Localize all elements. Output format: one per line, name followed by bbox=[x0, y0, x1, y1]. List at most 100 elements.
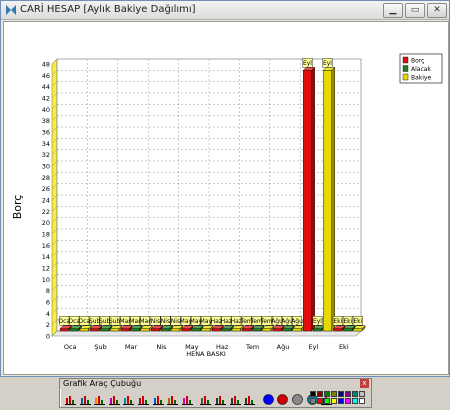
bar-chart-icon[interactable] bbox=[64, 391, 77, 405]
bar-chart: 0246810121416182022242628303234363840424… bbox=[11, 53, 443, 358]
radar-chart-icon[interactable] bbox=[166, 391, 179, 405]
svg-text:Eki: Eki bbox=[353, 318, 362, 325]
palette-color[interactable] bbox=[352, 391, 358, 397]
data-label: Eyl bbox=[322, 58, 333, 68]
palette-color[interactable] bbox=[345, 398, 351, 404]
y-tick-label: 34 bbox=[42, 140, 50, 148]
grid-lines-icon[interactable] bbox=[199, 391, 212, 405]
bar-Eyl-Bakiye[interactable] bbox=[322, 66, 336, 332]
legend-swatch bbox=[402, 65, 409, 72]
x-tick-label: Eyl bbox=[309, 343, 319, 351]
palette-color[interactable] bbox=[345, 391, 351, 397]
y-axis-label: Borç bbox=[11, 195, 24, 220]
app-icon bbox=[6, 5, 16, 15]
y-tick-label: 10 bbox=[42, 276, 50, 284]
y-tick-label: 2 bbox=[46, 321, 50, 329]
x-tick-label: Nis bbox=[156, 343, 167, 351]
color-gray-icon[interactable] bbox=[291, 391, 304, 405]
data-label: Eki bbox=[352, 316, 363, 326]
legend-swatch bbox=[402, 56, 409, 64]
palette-color[interactable] bbox=[324, 391, 330, 397]
chart-window: CARİ HESAP [Aylık Bakiye Dağılımı] ▁ ▭ ✕… bbox=[0, 0, 450, 377]
svg-text:Eyl: Eyl bbox=[313, 318, 322, 325]
x-tick-label: Şub bbox=[94, 343, 106, 351]
y-tick-label: 24 bbox=[42, 197, 50, 205]
y-tick-label: 44 bbox=[42, 83, 50, 91]
doughnut-chart-icon[interactable] bbox=[108, 391, 121, 405]
data-label: Mar bbox=[139, 316, 151, 326]
palette-color[interactable] bbox=[317, 391, 323, 397]
data-label: Eyl bbox=[302, 58, 313, 68]
data-label: Eki bbox=[342, 316, 353, 326]
palette-color[interactable] bbox=[359, 391, 365, 397]
chart-toolbar: Grafik Araç Çubuğu x bbox=[59, 378, 372, 408]
svg-text:Nis: Nis bbox=[151, 318, 160, 325]
toolbar-close-button[interactable]: x bbox=[360, 379, 369, 388]
maximize-button[interactable]: ▭ bbox=[405, 3, 425, 18]
y-tick-label: 48 bbox=[42, 61, 50, 69]
y-tick-label: 28 bbox=[42, 174, 50, 182]
legend-label: Bakiye bbox=[411, 75, 431, 82]
x-tick-label: Oca bbox=[64, 343, 77, 351]
line-chart-icon[interactable] bbox=[152, 391, 165, 405]
toolbar-title-bar[interactable]: Grafik Araç Çubuğu x bbox=[60, 379, 371, 389]
color-red-icon[interactable] bbox=[276, 391, 289, 405]
window-title: CARİ HESAP [Aylık Bakiye Dağılımı] bbox=[20, 4, 196, 15]
palette-color[interactable] bbox=[331, 391, 337, 397]
svg-text:Eyl: Eyl bbox=[323, 60, 332, 67]
x-tick-label: Ağu bbox=[277, 343, 290, 351]
title-bar[interactable]: CARİ HESAP [Aylık Bakiye Dağılımı] ▁ ▭ ✕ bbox=[1, 1, 449, 20]
palette-color[interactable] bbox=[310, 391, 316, 397]
x-axis-label: HENA BASKI bbox=[186, 350, 226, 358]
y-tick-label: 30 bbox=[42, 163, 50, 171]
area-chart-icon[interactable] bbox=[79, 391, 92, 405]
y-tick-label: 46 bbox=[42, 72, 50, 80]
svg-text:Ağu: Ağu bbox=[291, 318, 303, 325]
data-label: Ağu bbox=[291, 316, 303, 326]
pie-chart-icon[interactable] bbox=[93, 391, 106, 405]
data-label: Eki bbox=[332, 316, 343, 326]
svg-text:Eki: Eki bbox=[333, 318, 342, 325]
color-blue-icon[interactable] bbox=[262, 391, 275, 405]
palette-color[interactable] bbox=[338, 391, 344, 397]
svg-text:Eyl: Eyl bbox=[303, 60, 312, 67]
x-tick-label: Tem bbox=[245, 343, 259, 351]
no-grid-icon[interactable] bbox=[243, 391, 256, 405]
scatter-chart-icon[interactable] bbox=[122, 391, 135, 405]
chart-area: 0 2 4 6 8 10 12 14 16 18 20 22 24 26 28 30 32 34 36 38 40 42 4… bbox=[3, 21, 449, 375]
horizontal-grid-icon[interactable] bbox=[214, 391, 227, 405]
data-label: Nis bbox=[160, 316, 171, 326]
palette-color[interactable] bbox=[338, 398, 344, 404]
y-tick-label: 16 bbox=[42, 242, 50, 250]
toolbar-title: Grafik Araç Çubuğu bbox=[63, 379, 142, 388]
palette-color[interactable] bbox=[324, 398, 330, 404]
bar-Eyl-Borç[interactable] bbox=[302, 66, 316, 332]
combo-chart-icon[interactable] bbox=[181, 391, 194, 405]
svg-text:Eki: Eki bbox=[343, 318, 352, 325]
legend-label: Borç bbox=[411, 58, 424, 65]
y-tick-label: 0 bbox=[46, 333, 50, 341]
palette-color[interactable] bbox=[352, 398, 358, 404]
y-tick-label: 42 bbox=[42, 95, 50, 103]
legend-label: Alacak bbox=[411, 66, 431, 73]
x-tick-label: Mar bbox=[125, 343, 138, 351]
y-tick-label: 38 bbox=[42, 117, 50, 125]
y-tick-label: 8 bbox=[46, 287, 50, 295]
palette-color[interactable] bbox=[317, 398, 323, 404]
minimize-button[interactable]: ▁ bbox=[383, 3, 403, 18]
vertical-grid-icon[interactable] bbox=[229, 391, 242, 405]
palette-color[interactable] bbox=[359, 398, 365, 404]
close-button[interactable]: ✕ bbox=[427, 3, 447, 18]
chart-floor bbox=[51, 330, 362, 337]
y-tick-label: 40 bbox=[42, 106, 50, 114]
x-tick-label: Eki bbox=[339, 343, 349, 351]
palette-color[interactable] bbox=[310, 398, 316, 404]
data-label: Nis bbox=[150, 316, 161, 326]
3d-bar-chart-icon[interactable] bbox=[137, 391, 150, 405]
palette-color[interactable] bbox=[331, 398, 337, 404]
chart-legend: BorçAlacak Bakiye bbox=[399, 53, 443, 84]
y-axis: 0246810121416182022242628303234363840424… bbox=[42, 61, 50, 341]
legend-swatch bbox=[402, 73, 409, 81]
y-tick-label: 26 bbox=[42, 185, 50, 193]
y-tick-label: 4 bbox=[46, 310, 50, 318]
